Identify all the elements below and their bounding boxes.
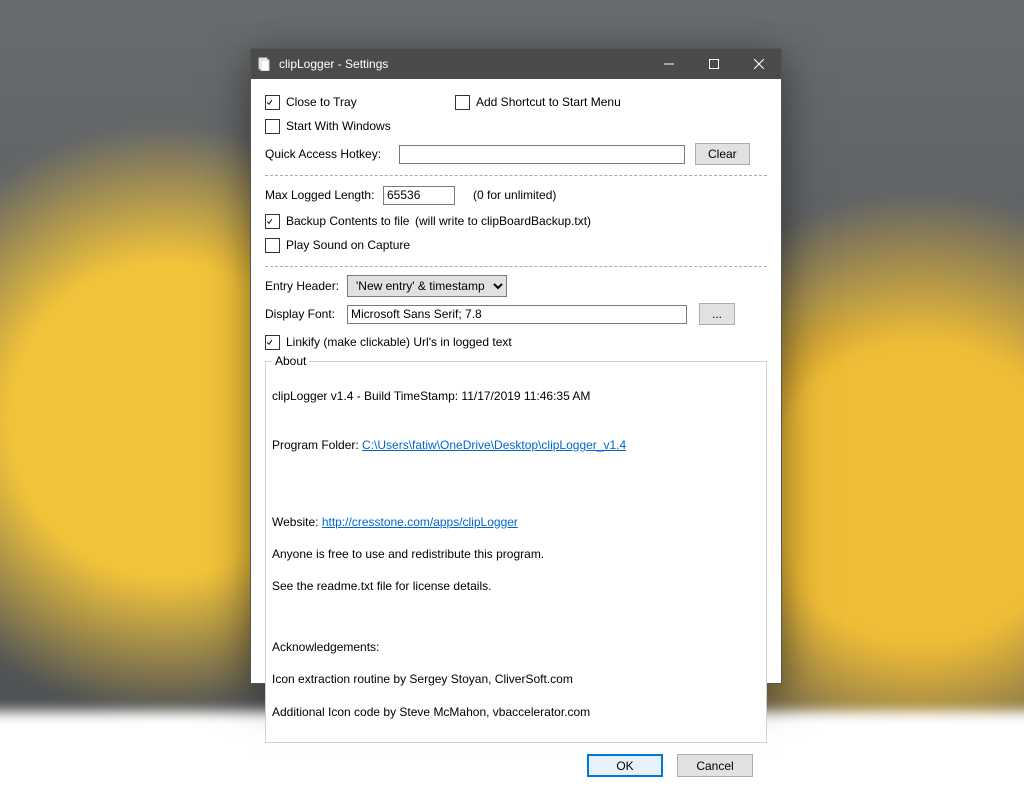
ack-header: Acknowledgements: xyxy=(272,639,760,655)
settings-body: Close to Tray Add Shortcut to Start Menu… xyxy=(251,79,781,789)
play-sound-checkbox[interactable]: Play Sound on Capture xyxy=(265,238,410,253)
close-to-tray-checkbox[interactable]: Close to Tray xyxy=(265,95,455,110)
program-folder-link[interactable]: C:\Users\fatiw\OneDrive\Desktop\clipLogg… xyxy=(362,438,626,452)
start-with-windows-label: Start With Windows xyxy=(286,119,391,133)
about-version-line: clipLogger v1.4 - Build TimeStamp: 11/17… xyxy=(272,388,760,404)
about-group: About clipLogger v1.4 - Build TimeStamp:… xyxy=(265,361,767,743)
display-font-input[interactable] xyxy=(347,305,687,324)
clear-button[interactable]: Clear xyxy=(695,143,750,165)
backup-checkbox[interactable]: Backup Contents to file xyxy=(265,214,415,229)
max-logged-label: Max Logged Length: xyxy=(265,188,383,202)
checkbox-icon xyxy=(265,238,280,253)
add-shortcut-checkbox[interactable]: Add Shortcut to Start Menu xyxy=(455,95,621,110)
ack-line-2: Additional Icon code by Steve McMahon, v… xyxy=(272,704,760,720)
window-title: clipLogger - Settings xyxy=(277,57,646,71)
quick-hotkey-label: Quick Access Hotkey: xyxy=(265,147,399,161)
add-shortcut-label: Add Shortcut to Start Menu xyxy=(476,95,621,109)
readme-text: See the readme.txt file for license deta… xyxy=(272,578,760,594)
display-font-label: Display Font: xyxy=(265,307,347,321)
redistribute-text: Anyone is free to use and redistribute t… xyxy=(272,546,760,562)
dialog-footer: OK Cancel xyxy=(265,743,767,789)
app-icon xyxy=(251,57,277,71)
separator xyxy=(265,266,767,267)
ack-line-1: Icon extraction routine by Sergey Stoyan… xyxy=(272,671,760,687)
entry-header-select[interactable]: 'New entry' & timestamp xyxy=(347,275,507,297)
titlebar: clipLogger - Settings xyxy=(251,49,781,79)
checkbox-icon xyxy=(265,335,280,350)
max-logged-note: (0 for unlimited) xyxy=(473,188,556,202)
close-to-tray-label: Close to Tray xyxy=(286,95,357,109)
font-browse-button[interactable]: ... xyxy=(699,303,735,325)
program-folder-label: Program Folder: xyxy=(272,438,362,452)
website-link[interactable]: http://cresstone.com/apps/clipLogger xyxy=(322,515,518,529)
maximize-button[interactable] xyxy=(691,49,736,79)
linkify-label: Linkify (make clickable) Url's in logged… xyxy=(286,335,512,349)
checkbox-icon xyxy=(265,214,280,229)
about-legend: About xyxy=(272,353,309,369)
quick-hotkey-input[interactable] xyxy=(399,145,685,164)
minimize-button[interactable] xyxy=(646,49,691,79)
play-sound-label: Play Sound on Capture xyxy=(286,238,410,252)
cancel-button[interactable]: Cancel xyxy=(677,754,753,777)
checkbox-icon xyxy=(455,95,470,110)
backup-label: Backup Contents to file xyxy=(286,214,409,228)
ok-button[interactable]: OK xyxy=(587,754,663,777)
backup-note: (will write to clipBoardBackup.txt) xyxy=(415,214,591,228)
linkify-checkbox[interactable]: Linkify (make clickable) Url's in logged… xyxy=(265,335,512,350)
start-with-windows-checkbox[interactable]: Start With Windows xyxy=(265,119,391,134)
settings-window: clipLogger - Settings Close to Tray Add … xyxy=(250,48,782,684)
checkbox-icon xyxy=(265,119,280,134)
website-label: Website: xyxy=(272,515,322,529)
checkbox-icon xyxy=(265,95,280,110)
entry-header-label: Entry Header: xyxy=(265,279,347,293)
close-button[interactable] xyxy=(736,49,781,79)
about-text: clipLogger v1.4 - Build TimeStamp: 11/17… xyxy=(272,366,760,736)
max-logged-input[interactable] xyxy=(383,186,455,205)
separator xyxy=(265,175,767,176)
